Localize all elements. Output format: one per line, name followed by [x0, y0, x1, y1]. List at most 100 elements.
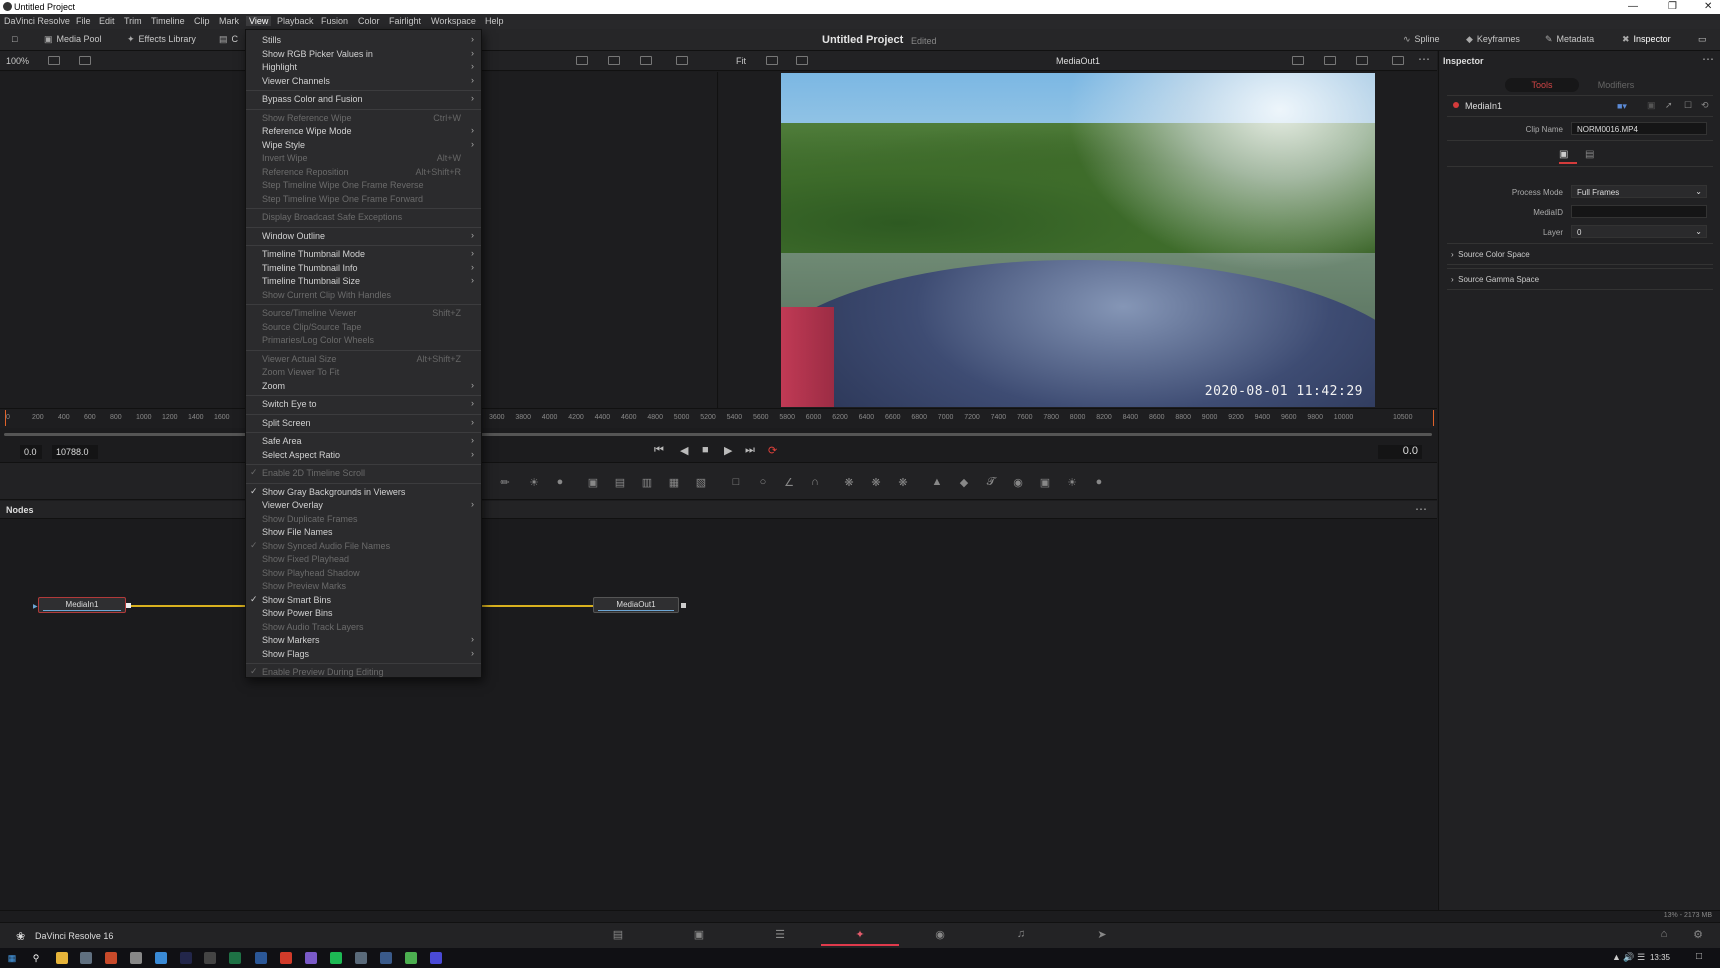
shape3d-icon[interactable]: ◆	[957, 476, 971, 489]
bspline-mask-icon[interactable]: ∩	[808, 476, 822, 488]
menu-item-timeline-thumbnail-info[interactable]: Timeline Thumbnail Info ›	[246, 262, 481, 275]
viewer-lut-right-icon[interactable]	[796, 56, 808, 65]
node-mediaout1[interactable]: MediaOut1	[593, 597, 679, 613]
roi-right-icon[interactable]	[1292, 56, 1304, 65]
menu-item-switch-eye-to[interactable]: Switch Eye to ›	[246, 398, 481, 411]
inspector-button[interactable]: ✖ Inspector	[1622, 34, 1671, 45]
stop-icon[interactable]: ■	[702, 444, 709, 456]
menu-edit[interactable]: Edit	[99, 16, 115, 26]
render-start-field[interactable]: 0.0	[20, 445, 42, 459]
menu-timeline[interactable]: Timeline	[151, 16, 185, 26]
go-to-start-icon[interactable]: ⏮	[654, 444, 664, 457]
roi-icon[interactable]	[576, 56, 588, 65]
paint-tool-icon[interactable]: ✏	[498, 476, 512, 489]
lock-icon[interactable]: ☐	[1684, 100, 1692, 111]
menu-file[interactable]: File	[76, 16, 91, 26]
rectangle-mask-icon[interactable]: □	[729, 476, 743, 488]
search-icon[interactable]: ⚲	[30, 952, 42, 964]
app5-icon[interactable]	[430, 952, 442, 964]
menu-item-safe-area[interactable]: Safe Area ›	[246, 435, 481, 448]
menu-fairlight[interactable]: Fairlight	[389, 16, 421, 26]
light3d-icon[interactable]: ☀	[1065, 476, 1079, 489]
menu-item-viewer-overlay[interactable]: Viewer Overlay ›	[246, 499, 481, 512]
viewer-options-icon[interactable]	[48, 56, 60, 65]
menu-item-show-power-bins[interactable]: Show Power Bins	[246, 607, 481, 620]
media-pool-button[interactable]: ▣ Media Pool	[44, 34, 102, 45]
nodes-more-icon[interactable]: ⋯	[1415, 502, 1427, 516]
audio-tab-icon[interactable]: ▤	[1585, 149, 1594, 160]
deliver-page-icon[interactable]: ➤	[1087, 928, 1117, 944]
background-tool-icon[interactable]: ▤	[613, 476, 627, 489]
menu-color[interactable]: Color	[358, 16, 380, 26]
menu-item-show-flags[interactable]: Show Flags ›	[246, 648, 481, 661]
text3d-icon[interactable]: 𝓣	[984, 476, 998, 488]
process-mode-select[interactable]: Full Frames ⌄	[1571, 185, 1707, 198]
menu-item-reference-wipe-mode[interactable]: Reference Wipe Mode ›	[246, 125, 481, 138]
scrub-bar[interactable]	[0, 428, 1437, 442]
transform-tool-icon[interactable]: ▦	[667, 476, 681, 489]
image-plane-icon[interactable]: ▲	[930, 476, 944, 488]
media-player-icon[interactable]	[280, 952, 292, 964]
mediaid-field[interactable]	[1571, 205, 1707, 218]
menu-item-select-aspect-ratio[interactable]: Select Aspect Ratio ›	[246, 449, 481, 462]
image-tab-icon[interactable]: ▣	[1559, 149, 1568, 160]
cut-page-icon[interactable]: ▣	[684, 928, 714, 944]
app4-icon[interactable]	[405, 952, 417, 964]
go-to-end-icon[interactable]: ⏭	[745, 444, 755, 457]
toggle-panel-icon[interactable]: □	[12, 34, 17, 44]
guides-right-icon[interactable]	[1392, 56, 1404, 65]
home-icon[interactable]: ⌂	[1649, 928, 1679, 944]
text-tool-icon[interactable]: ▥	[640, 476, 654, 489]
play-forward-icon[interactable]: ▶	[724, 444, 732, 457]
section-source-color-space[interactable]: › Source Color Space	[1447, 243, 1713, 265]
edit-page-icon[interactable]: ☰	[765, 928, 795, 944]
menu-item-show-gray-backgrounds-in-viewers[interactable]: ✓ Show Gray Backgrounds in Viewers	[246, 486, 481, 499]
pin-icon[interactable]: ➚	[1665, 100, 1673, 111]
particle-render-icon[interactable]: ❋	[869, 476, 883, 489]
renderer3d-icon[interactable]: ●	[1092, 476, 1106, 488]
menu-item-show-rgb-picker-values-in[interactable]: Show RGB Picker Values in ›	[246, 48, 481, 61]
camera3d-icon[interactable]: ▣	[1038, 476, 1052, 489]
app2-icon[interactable]	[355, 952, 367, 964]
browser-icon[interactable]	[155, 952, 167, 964]
menu-fusion[interactable]: Fusion	[321, 16, 348, 26]
menu-mark[interactable]: Mark	[219, 16, 239, 26]
menu-item-show-file-names[interactable]: Show File Names	[246, 526, 481, 539]
menu-item-highlight[interactable]: Highlight ›	[246, 61, 481, 74]
render-end-field[interactable]: 10788.0	[52, 445, 98, 459]
color-right-icon[interactable]	[1324, 56, 1336, 65]
start-icon[interactable]: ▦	[6, 952, 18, 964]
current-time-field[interactable]: 0.0	[1378, 445, 1422, 459]
particle-style-icon[interactable]: ❋	[896, 476, 910, 489]
color-page-icon[interactable]: ◉	[925, 928, 955, 944]
brightness-tool-icon[interactable]: ☀	[527, 476, 541, 489]
fusion-page-icon[interactable]: ✦	[845, 928, 875, 944]
word-icon[interactable]	[255, 952, 267, 964]
tab-modifiers[interactable]: Modifiers	[1579, 78, 1653, 92]
viewer-options-right-icon[interactable]	[766, 56, 778, 65]
polygon-mask-icon[interactable]: ∠	[782, 476, 796, 489]
menu-item-timeline-thumbnail-size[interactable]: Timeline Thumbnail Size ›	[246, 275, 481, 288]
clip-name-field[interactable]: NORM0016.MP4	[1571, 122, 1707, 135]
versions-icon[interactable]: ▣	[1647, 100, 1656, 111]
menu-workspace[interactable]: Workspace	[431, 16, 476, 26]
calculator-icon[interactable]	[80, 952, 92, 964]
merge-tool-icon[interactable]: ▣	[586, 476, 600, 489]
media-page-icon[interactable]: ▤	[603, 928, 633, 944]
explorer-icon[interactable]	[56, 952, 68, 964]
menu-playback[interactable]: Playback	[277, 16, 314, 26]
menu-item-show-markers[interactable]: Show Markers ›	[246, 634, 481, 647]
render-end-marker[interactable]	[1433, 410, 1434, 426]
menu-clip[interactable]: Clip	[194, 16, 210, 26]
viewer-more-icon[interactable]: ⋯	[1418, 52, 1430, 66]
app3-icon[interactable]	[380, 952, 392, 964]
spotify-icon[interactable]	[330, 952, 342, 964]
menu-item-viewer-channels[interactable]: Viewer Channels ›	[246, 75, 481, 88]
node-color-select[interactable]: ■▾	[1617, 101, 1627, 112]
ellipse-mask-icon[interactable]: ○	[756, 476, 770, 488]
spline-button[interactable]: ∿ Spline	[1403, 34, 1440, 45]
app-icon[interactable]	[105, 952, 117, 964]
playhead[interactable]	[5, 410, 6, 426]
grid-right-icon[interactable]	[1356, 56, 1368, 65]
grid-icon[interactable]	[640, 56, 652, 65]
